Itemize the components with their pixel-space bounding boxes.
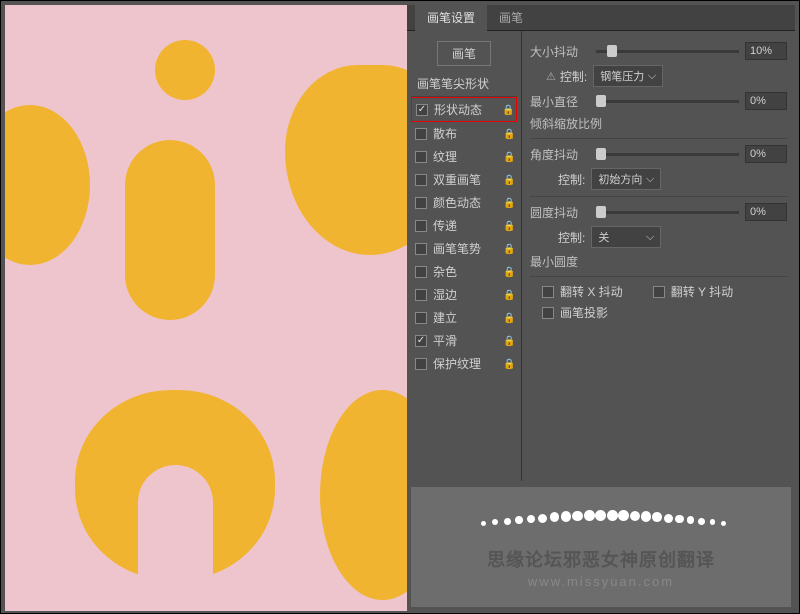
option-checkbox[interactable] [415,335,427,347]
brush-options-list: 画笔 画笔笔尖形状 形状动态🔒散布🔒纹理🔒双重画笔🔒颜色动态🔒传递🔒画笔笔势🔒杂… [407,31,522,481]
control-label: 控制: [560,68,587,85]
roundness-jitter-value[interactable]: 0% [745,203,787,221]
warning-icon: ⚠ [546,70,556,83]
angle-control-select[interactable]: 初始方向⌵ [591,168,661,190]
option-8[interactable]: 湿边🔒 [411,283,517,306]
flip-x-label: 翻转 X 抖动 [560,283,623,300]
brush-projection-label: 画笔投影 [560,304,608,321]
option-checkbox[interactable] [415,312,427,324]
option-label: 建立 [433,309,503,326]
control-label: 控制: [558,171,585,188]
option-label: 保护纹理 [433,355,503,372]
min-diameter-slider[interactable] [596,100,739,103]
stroke-preview [471,506,731,546]
option-label: 颜色动态 [433,194,503,211]
option-checkbox[interactable] [415,358,427,370]
roundness-jitter-slider[interactable] [596,211,739,214]
tilt-scale-label: 倾斜缩放比例 [530,115,630,132]
min-diameter-value[interactable]: 0% [745,92,787,110]
option-11[interactable]: 保护纹理🔒 [411,352,517,375]
artwork-shape [320,390,408,600]
option-label: 散布 [433,125,503,142]
option-0[interactable]: 形状动态🔒 [411,97,517,122]
option-checkbox[interactable] [415,151,427,163]
watermark-text: 思缘论坛邪恶女神原创翻译 [487,546,715,572]
option-label: 杂色 [433,263,503,280]
angle-jitter-slider[interactable] [596,153,739,156]
brush-settings-panel: 画笔设置 画笔 画笔 画笔笔尖形状 形状动态🔒散布🔒纹理🔒双重画笔🔒颜色动态🔒传… [407,5,795,611]
angle-jitter-label: 角度抖动 [530,146,590,163]
option-checkbox[interactable] [415,220,427,232]
lock-icon[interactable]: 🔒 [503,129,513,139]
brush-preview: 思缘论坛邪恶女神原创翻译 www.missyuan.com [411,487,791,607]
control-select[interactable]: 钢笔压力⌵ [593,65,663,87]
min-diameter-label: 最小直径 [530,93,590,110]
lock-icon[interactable]: 🔒 [503,175,513,185]
option-label: 平滑 [433,332,503,349]
tab-brush-settings[interactable]: 画笔设置 [415,4,487,31]
brush-button[interactable]: 画笔 [437,41,491,66]
option-checkbox[interactable] [415,289,427,301]
canvas-area[interactable] [5,5,408,611]
size-jitter-label: 大小抖动 [530,43,590,60]
lock-icon[interactable]: 🔒 [503,267,513,277]
brush-projection-checkbox[interactable] [542,307,554,319]
option-checkbox[interactable] [415,197,427,209]
option-checkbox[interactable] [415,243,427,255]
flip-y-label: 翻转 Y 抖动 [671,283,733,300]
option-label: 传递 [433,217,503,234]
option-2[interactable]: 纹理🔒 [411,145,517,168]
size-jitter-value[interactable]: 10% [745,42,787,60]
artwork-shape [125,140,215,320]
lock-icon[interactable]: 🔒 [503,152,513,162]
lock-icon[interactable]: 🔒 [502,105,512,115]
option-7[interactable]: 杂色🔒 [411,260,517,283]
angle-jitter-value[interactable]: 0% [745,145,787,163]
chevron-down-icon: ⌵ [646,173,654,186]
option-5[interactable]: 传递🔒 [411,214,517,237]
option-label: 纹理 [433,148,503,165]
artwork-shape [5,105,90,265]
size-jitter-slider[interactable] [596,50,739,53]
control-label: 控制: [558,229,585,246]
lock-icon[interactable]: 🔒 [503,290,513,300]
option-1[interactable]: 散布🔒 [411,122,517,145]
option-4[interactable]: 颜色动态🔒 [411,191,517,214]
option-checkbox[interactable] [415,174,427,186]
flip-y-checkbox[interactable] [653,286,665,298]
option-checkbox[interactable] [416,104,428,116]
lock-icon[interactable]: 🔒 [503,244,513,254]
option-6[interactable]: 画笔笔势🔒 [411,237,517,260]
panel-tabs: 画笔设置 画笔 [407,5,795,31]
lock-icon[interactable]: 🔒 [503,336,513,346]
artwork-shape [155,40,215,100]
artwork-shape [285,65,408,255]
tab-brushes[interactable]: 画笔 [487,4,535,31]
option-label: 画笔笔势 [433,240,503,257]
option-label: 双重画笔 [433,171,503,188]
brush-tip-header[interactable]: 画笔笔尖形状 [411,71,517,97]
option-checkbox[interactable] [415,266,427,278]
lock-icon[interactable]: 🔒 [503,359,513,369]
shape-dynamics-controls: 大小抖动 10% ⚠ 控制: 钢笔压力⌵ 最小直径 0% 倾斜缩放比例 角度抖动 0% 控… [522,31,795,481]
option-checkbox[interactable] [415,128,427,140]
chevron-down-icon: ⌵ [646,231,654,244]
option-10[interactable]: 平滑🔒 [411,329,517,352]
roundness-jitter-label: 圆度抖动 [530,204,590,221]
min-roundness-label: 最小圆度 [530,253,590,270]
watermark-url: www.missyuan.com [528,574,674,589]
chevron-down-icon: ⌵ [648,70,656,83]
option-3[interactable]: 双重画笔🔒 [411,168,517,191]
option-label: 形状动态 [434,101,502,118]
lock-icon[interactable]: 🔒 [503,221,513,231]
option-label: 湿边 [433,286,503,303]
artwork-shape [138,465,213,580]
flip-x-checkbox[interactable] [542,286,554,298]
app-frame: 画笔设置 画笔 画笔 画笔笔尖形状 形状动态🔒散布🔒纹理🔒双重画笔🔒颜色动态🔒传… [0,0,800,614]
lock-icon[interactable]: 🔒 [503,313,513,323]
roundness-control-select[interactable]: 关⌵ [591,226,661,248]
lock-icon[interactable]: 🔒 [503,198,513,208]
option-9[interactable]: 建立🔒 [411,306,517,329]
